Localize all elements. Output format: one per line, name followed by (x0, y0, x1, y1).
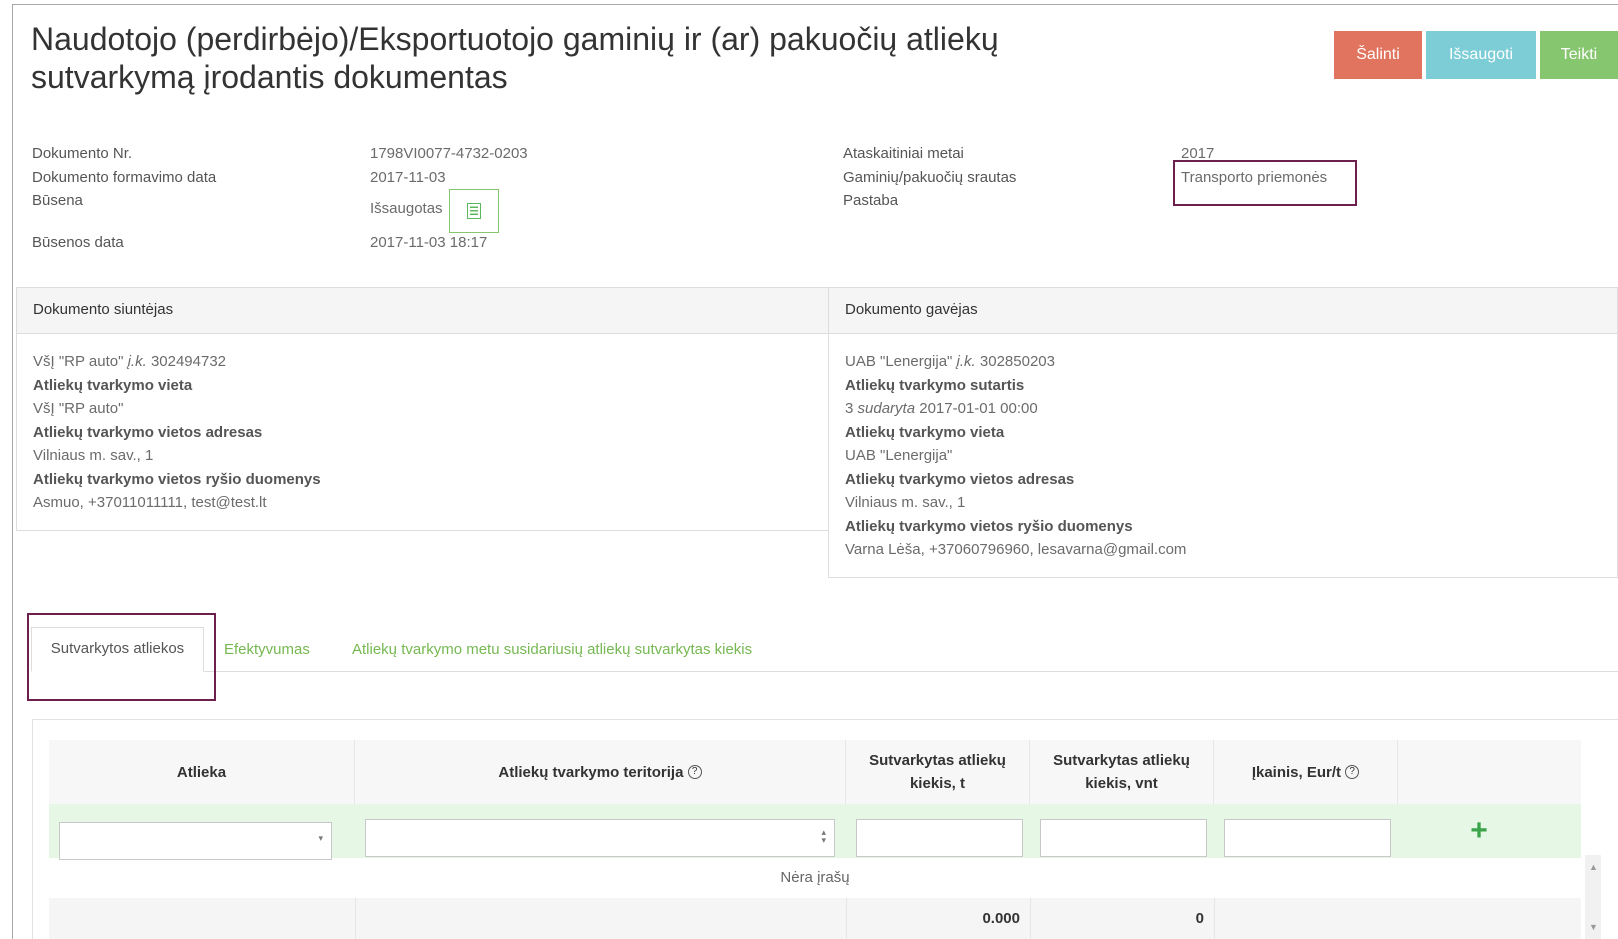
units-input[interactable] (1040, 819, 1207, 857)
sender-site: VšĮ "RP auto" (33, 400, 124, 417)
receiver-contract-signed: sudaryta (857, 400, 916, 417)
waste-select[interactable]: ▾ (59, 822, 332, 860)
tab-generated-waste[interactable]: Atliekų tvarkymo metu susidariusių atlie… (352, 641, 752, 658)
receiver-code: 302850203 (979, 353, 1055, 370)
col-tons-label: Sutvarkytas atliekų kiekis, t (869, 752, 1006, 792)
receiver-site-label: Atliekų tvarkymo vieta (845, 423, 1005, 441)
sender-address-label: Atliekų tvarkymo vietos adresas (33, 423, 263, 441)
delete-button[interactable]: Šalinti (1334, 31, 1422, 79)
page: Naudotojo (perdirbėjo)/Eksportuotojo gam… (0, 0, 1618, 939)
total-units: 0 (1195, 910, 1204, 927)
stream-value: Transporto priemonės (1181, 169, 1328, 186)
status-value: Išsaugotas (370, 200, 443, 217)
col-header-tons[interactable]: Sutvarkytas atliekų kiekis, t (846, 740, 1030, 804)
receiver-address-label: Atliekų tvarkymo vietos adresas (845, 470, 1075, 488)
save-button[interactable]: Išsaugoti (1426, 31, 1536, 79)
plus-icon[interactable]: + (1465, 816, 1493, 846)
col-header-territory[interactable]: Atliekų tvarkymo teritorija ? (355, 740, 846, 804)
status-label: Būsena (32, 192, 83, 209)
receiver-name-line: UAB "Lenergija" į.k. 302850203 (845, 350, 1601, 374)
col-units-label: Sutvarkytas atliekų kiekis, vnt (1053, 752, 1190, 792)
status-date-value: 2017-11-03 18:17 (370, 234, 488, 251)
sender-site-label: Atliekų tvarkymo vieta (33, 376, 193, 394)
receiver-contract-date: 2017-01-01 00:00 (919, 400, 1038, 417)
sender-code: 302494732 (150, 353, 227, 370)
receiver-contacts: Varna Lėša, +37060796960, lesavarna@gmai… (845, 541, 1187, 558)
col-header-waste[interactable]: Atlieka (49, 740, 355, 804)
submit-button[interactable]: Teikti (1540, 31, 1618, 79)
caret-down-icon: ▾ (318, 833, 323, 843)
col-territory-label: Atliekų tvarkymo teritorija (498, 763, 684, 781)
price-input[interactable] (1224, 819, 1391, 857)
receiver-contract-label: Atliekų tvarkymo sutartis (845, 376, 1025, 394)
tab-handled-waste[interactable]: Sutvarkytos atliekos (31, 627, 204, 672)
receiver-heading: Dokumento gavėjas (829, 288, 1617, 334)
note-label: Pastaba (843, 192, 899, 209)
sender-address: Vilniaus m. sav., 1 (33, 447, 154, 464)
receiver-contract-line: 3 sudaryta 2017-01-01 00:00 (845, 397, 1601, 421)
formed-date-value: 2017-11-03 (370, 169, 446, 186)
col-header-units[interactable]: Sutvarkytas atliekų kiekis, vnt (1030, 740, 1214, 804)
scroll-down-icon[interactable]: ▼ (1589, 922, 1598, 932)
left-divider (12, 4, 13, 939)
question-circle-icon[interactable]: ? (687, 765, 702, 779)
scroll-up-icon[interactable]: ▲ (1589, 862, 1598, 872)
col-header-actions (1398, 740, 1581, 804)
tab-efficiency[interactable]: Efektyvumas (224, 641, 310, 658)
report-year-label: Ataskaitiniai metai (843, 145, 964, 162)
status-history-button[interactable] (449, 189, 499, 233)
question-circle-icon[interactable]: ? (1345, 765, 1360, 779)
receiver-contract-no: 3 (845, 400, 854, 417)
receiver-name: UAB "Lenergija" (845, 353, 953, 370)
formed-date-label: Dokumento formavimo data (32, 169, 217, 186)
totals-row (49, 898, 1581, 939)
tabs-baseline (32, 671, 1618, 672)
sender-panel: Dokumento siuntėjas VšĮ "RP auto" į.k. 3… (16, 287, 829, 531)
sender-name: VšĮ "RP auto" (33, 353, 124, 370)
receiver-site: UAB "Lenergija" (845, 447, 953, 464)
receiver-panel: Dokumento gavėjas UAB "Lenergija" į.k. 3… (828, 287, 1618, 578)
stream-label: Gaminių/pakuočių srautas (843, 169, 1017, 186)
col-waste-label: Atlieka (176, 763, 227, 781)
document-list-icon (467, 203, 481, 219)
sender-code-prefix: į.k. (127, 353, 147, 370)
status-date-label: Būsenos data (32, 234, 124, 251)
sender-contacts: Asmuo, +37011011111, test@test.lt (33, 494, 267, 511)
doc-number-value: 1798VI0077-4732-0203 (370, 145, 528, 162)
doc-number-label: Dokumento Nr. (32, 145, 133, 162)
receiver-address: Vilniaus m. sav., 1 (845, 494, 966, 511)
page-title: Naudotojo (perdirbėjo)/Eksportuotojo gam… (31, 21, 999, 95)
sender-heading: Dokumento siuntėjas (17, 288, 828, 334)
receiver-contacts-label: Atliekų tvarkymo vietos ryšio duomenys (845, 517, 1133, 535)
sender-name-line: VšĮ "RP auto" į.k. 302494732 (33, 350, 812, 374)
total-tons: 0.000 (982, 910, 1020, 927)
col-header-price[interactable]: Įkainis, Eur/t ? (1214, 740, 1398, 804)
col-divider (1214, 898, 1215, 939)
sender-contacts-label: Atliekų tvarkymo vietos ryšio duomenys (33, 470, 321, 488)
top-divider (13, 4, 1618, 5)
tons-input[interactable] (856, 819, 1023, 857)
receiver-code-prefix: į.k. (956, 353, 976, 370)
territory-select[interactable]: ▴ ▾ (365, 819, 835, 857)
col-price-label: Įkainis, Eur/t (1251, 763, 1342, 781)
sort-arrows-icon: ▴ ▾ (821, 827, 826, 845)
col-divider (355, 898, 356, 939)
empty-message: Nėra įrašų (780, 869, 850, 886)
